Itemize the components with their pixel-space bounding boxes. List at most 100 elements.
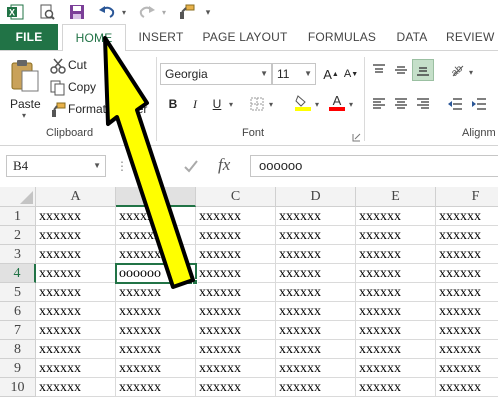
cell-b1[interactable]: xxxxxx — [116, 207, 196, 226]
increase-font-size-icon[interactable]: A ▲ — [322, 65, 340, 83]
font-dialog-launcher-icon[interactable] — [352, 129, 361, 142]
cell-d7[interactable]: xxxxxx — [276, 321, 356, 340]
font-size-combo[interactable]: 11 ▼ — [272, 63, 316, 85]
italic-button[interactable]: I — [186, 95, 204, 113]
cell-a3[interactable]: xxxxxx — [36, 245, 116, 264]
cell-b9[interactable]: xxxxxx — [116, 359, 196, 378]
cut-button[interactable]: Cut — [48, 57, 108, 75]
fill-color-icon[interactable] — [294, 93, 312, 111]
cell-b3[interactable]: xxxxxx — [116, 245, 196, 264]
cell-e2[interactable]: xxxxxx — [356, 226, 436, 245]
cell-e9[interactable]: xxxxxx — [356, 359, 436, 378]
orientation-icon[interactable]: ab — [448, 61, 466, 79]
cell-d9[interactable]: xxxxxx — [276, 359, 356, 378]
tab-page-layout[interactable]: PAGE LAYOUT — [196, 24, 294, 50]
cell-f6[interactable]: xxxxxx — [436, 302, 498, 321]
redo-dropdown-icon[interactable]: ▾ — [159, 2, 169, 22]
cell-b7[interactable]: xxxxxx — [116, 321, 196, 340]
cell-a1[interactable]: xxxxxx — [36, 207, 116, 226]
column-header-f[interactable]: F — [436, 187, 498, 207]
insert-function-button[interactable]: fx — [218, 155, 230, 175]
print-preview-icon[interactable] — [36, 2, 58, 22]
row-header-4[interactable]: 4 — [0, 264, 36, 283]
tab-review[interactable]: REVIEW — [446, 24, 498, 50]
cell-a10[interactable]: xxxxxx — [36, 378, 116, 397]
enter-icon[interactable] — [182, 157, 206, 177]
cell-b8[interactable]: xxxxxx — [116, 340, 196, 359]
cell-c10[interactable]: xxxxxx — [196, 378, 276, 397]
cancel-icon[interactable] — [138, 157, 162, 177]
borders-icon[interactable] — [248, 95, 266, 113]
cell-c1[interactable]: xxxxxx — [196, 207, 276, 226]
cell-f4[interactable]: xxxxxx — [436, 264, 498, 283]
cell-b10[interactable]: xxxxxx — [116, 378, 196, 397]
cell-c9[interactable]: xxxxxx — [196, 359, 276, 378]
cell-d5[interactable]: xxxxxx — [276, 283, 356, 302]
align-center-icon[interactable] — [392, 95, 410, 113]
align-left-icon[interactable] — [370, 95, 388, 113]
cell-d4[interactable]: xxxxxx — [276, 264, 356, 283]
cell-c4[interactable]: xxxxxx — [196, 264, 276, 283]
fill-handle[interactable] — [192, 279, 198, 285]
orientation-dropdown-icon[interactable]: ▾ — [466, 63, 476, 81]
cell-e4[interactable]: xxxxxx — [356, 264, 436, 283]
cell-b4[interactable]: oooooo — [115, 263, 197, 284]
undo-icon[interactable] — [96, 2, 118, 22]
cell-f2[interactable]: xxxxxx — [436, 226, 498, 245]
cell-a4[interactable]: xxxxxx — [36, 264, 116, 283]
middle-align-icon[interactable] — [392, 61, 410, 79]
cell-a9[interactable]: xxxxxx — [36, 359, 116, 378]
cell-c7[interactable]: xxxxxx — [196, 321, 276, 340]
cell-e7[interactable]: xxxxxx — [356, 321, 436, 340]
decrease-indent-icon[interactable] — [446, 95, 464, 113]
increase-indent-icon[interactable] — [470, 95, 488, 113]
tab-file[interactable]: FILE — [0, 24, 58, 50]
format-painter-icon[interactable] — [176, 2, 198, 22]
cell-a7[interactable]: xxxxxx — [36, 321, 116, 340]
formula-input[interactable]: oooooo — [250, 155, 498, 177]
redo-icon[interactable] — [136, 2, 158, 22]
row-header-2[interactable]: 2 — [0, 226, 36, 245]
column-header-a[interactable]: A — [36, 187, 116, 207]
cell-a2[interactable]: xxxxxx — [36, 226, 116, 245]
cell-b6[interactable]: xxxxxx — [116, 302, 196, 321]
tab-insert[interactable]: INSERT — [130, 24, 192, 50]
row-header-1[interactable]: 1 — [0, 207, 36, 226]
copy-button[interactable]: Copy — [48, 79, 108, 97]
cell-f7[interactable]: xxxxxx — [436, 321, 498, 340]
excel-logo-icon[interactable]: X — [4, 2, 26, 22]
save-icon[interactable] — [66, 2, 88, 22]
column-header-d[interactable]: D — [276, 187, 356, 207]
cell-f1[interactable]: xxxxxx — [436, 207, 498, 226]
cell-c3[interactable]: xxxxxx — [196, 245, 276, 264]
cell-d10[interactable]: xxxxxx — [276, 378, 356, 397]
row-header-9[interactable]: 9 — [0, 359, 36, 378]
cell-e1[interactable]: xxxxxx — [356, 207, 436, 226]
row-header-10[interactable]: 10 — [0, 378, 36, 397]
cell-a6[interactable]: xxxxxx — [36, 302, 116, 321]
bold-button[interactable]: B — [164, 95, 182, 113]
cell-f9[interactable]: xxxxxx — [436, 359, 498, 378]
font-name-combo[interactable]: Georgia ▼ — [160, 63, 272, 85]
column-header-b[interactable]: B — [116, 187, 196, 207]
tab-data[interactable]: DATA — [390, 24, 434, 50]
align-right-icon[interactable] — [414, 95, 432, 113]
select-all-button[interactable] — [0, 187, 36, 207]
name-box[interactable]: B4 ▼ — [6, 155, 106, 177]
cell-d2[interactable]: xxxxxx — [276, 226, 356, 245]
cell-f10[interactable]: xxxxxx — [436, 378, 498, 397]
row-header-6[interactable]: 6 — [0, 302, 36, 321]
decrease-font-size-icon[interactable]: A ▼ — [342, 65, 360, 83]
cell-e6[interactable]: xxxxxx — [356, 302, 436, 321]
cell-f5[interactable]: xxxxxx — [436, 283, 498, 302]
cell-c5[interactable]: xxxxxx — [196, 283, 276, 302]
cell-c8[interactable]: xxxxxx — [196, 340, 276, 359]
row-header-5[interactable]: 5 — [0, 283, 36, 302]
cell-d6[interactable]: xxxxxx — [276, 302, 356, 321]
cell-e8[interactable]: xxxxxx — [356, 340, 436, 359]
customize-icon[interactable]: ▾ — [202, 2, 214, 22]
column-header-c[interactable]: C — [196, 187, 276, 207]
tab-formulas[interactable]: FORMULAS — [300, 24, 384, 50]
cell-e10[interactable]: xxxxxx — [356, 378, 436, 397]
row-header-7[interactable]: 7 — [0, 321, 36, 340]
